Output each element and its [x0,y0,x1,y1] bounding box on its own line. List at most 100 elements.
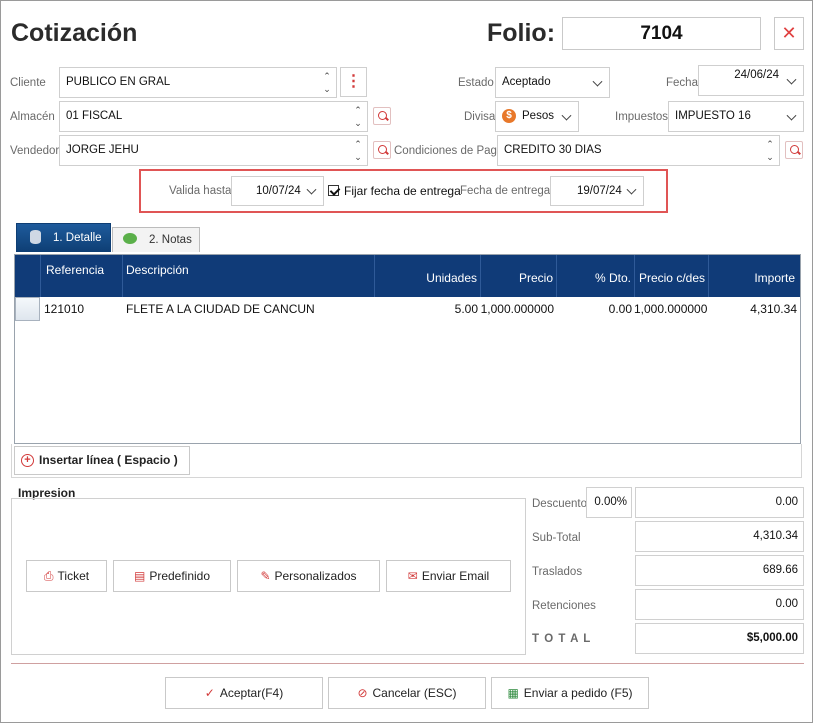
col-importe[interactable]: Importe [708,255,800,297]
divider [11,663,804,664]
search-icon[interactable] [373,141,391,159]
email-icon: ✉ [407,569,418,583]
cell-precio: 1,000.000000 [480,302,554,316]
tab-notas[interactable]: 2. Notas [112,227,200,252]
condiciones-label: Condiciones de Pago [394,145,504,157]
total-value: $5,000.00 [635,623,804,654]
retenciones-label: Retenciones [532,600,596,612]
valida-hasta-field[interactable]: 10/07/24 [231,176,324,206]
accept-label: Aceptar(F4) [219,686,284,700]
folio-label: Folio: [487,19,556,47]
chevron-down-icon [626,184,637,195]
document-icon: ▤ [133,569,146,583]
cell-referencia: 121010 [44,302,85,316]
traslados-value: 689.66 [635,555,804,586]
cancel-icon: ⊘ [357,686,368,700]
table-row[interactable]: 121010 FLETE A LA CIUDAD DE CANCUN 5.00 … [15,297,800,321]
vendedor-label: Vendedor [10,145,60,157]
plus-circle-icon: + [21,454,34,467]
close-button[interactable]: ✕ [774,17,804,50]
database-icon [30,230,41,244]
personalizados-button[interactable]: ✎ Personalizados [237,560,380,592]
spin-icon[interactable]: ⌃ ⌄ [322,70,332,96]
fijar-checkbox[interactable] [328,185,339,196]
search-icon[interactable] [785,141,803,159]
tab-label: 1. Detalle [53,232,102,244]
almacen-value: 01 FISCAL [66,110,123,122]
descuento-value: 0.00 [635,487,804,518]
quote-window: Cotización Folio: 7104 ✕ Cliente PUBLICO… [0,0,813,723]
descuento-pct-field[interactable]: 0.00% [586,487,632,518]
predefinido-label: Predefinido [149,569,211,583]
fecha-field[interactable]: 24/06/24 [698,65,804,96]
cliente-value: PUBLICO EN GRAL [66,76,171,88]
valida-hasta-value: 10/07/24 [256,185,301,197]
tab-detalle[interactable]: 1. Detalle [16,223,111,252]
fecha-entrega-label: Fecha de entrega [460,185,551,197]
cliente-menu-button[interactable]: ⋮ [340,67,367,97]
tab-label: 2. Notas [149,234,192,246]
chevron-down-icon [592,76,603,87]
cliente-field[interactable]: PUBLICO EN GRAL ⌃ ⌄ [59,67,337,98]
insert-line-label: Insertar línea ( Espacio ) [39,453,178,467]
total-label: T O T A L [532,633,592,645]
predefinido-button[interactable]: ▤ Predefinido [113,560,231,592]
col-descripcion[interactable]: Descripción [122,255,374,297]
subtotal-value: 4,310.34 [635,521,804,552]
ticket-button[interactable]: ⎙ Ticket [26,560,107,592]
grid-header: Referencia Descripción Unidades Precio %… [15,255,800,297]
search-icon[interactable] [373,107,391,125]
enviar-email-label: Enviar Email [421,569,490,583]
spin-icon[interactable]: ⌃ ⌄ [765,138,775,164]
detail-grid: Referencia Descripción Unidades Precio %… [14,254,801,444]
insert-line-button[interactable]: + Insertar línea ( Espacio ) [14,446,190,475]
chevron-down-icon [786,74,797,85]
impuestos-select[interactable]: IMPUESTO 16 [668,101,804,132]
cancel-button[interactable]: ⊘ Cancelar (ESC) [328,677,486,709]
currency-icon: $ [502,109,516,123]
chevron-down-icon [306,184,317,195]
condiciones-value: CREDITO 30 DIAS [504,144,602,156]
subtotal-label: Sub-Total [532,532,581,544]
cell-importe: 4,310.34 [750,302,797,316]
printer-icon: ⎙ [43,569,54,583]
col-referencia[interactable]: Referencia [40,255,122,297]
divisa-label: Divisa [464,111,496,123]
impuestos-label: Impuestos [615,111,669,123]
personalizados-label: Personalizados [274,569,357,583]
fecha-entrega-field[interactable]: 19/07/24 [550,176,644,206]
close-icon: ✕ [781,23,797,43]
fecha-entrega-value: 19/07/24 [577,185,622,197]
fecha-label: Fecha [666,77,698,89]
almacen-field[interactable]: 01 FISCAL ⌃ ⌄ [59,101,368,132]
col-descuento[interactable]: % Dto. [556,255,634,297]
folio-field[interactable]: 7104 [562,17,761,50]
cell-precio-cdes: 1,000.000000 [634,302,708,316]
send-order-button[interactable]: ▦ Enviar a pedido (F5) [491,677,649,709]
cliente-label: Cliente [10,77,46,89]
condiciones-field[interactable]: CREDITO 30 DIAS ⌃ ⌄ [497,135,780,166]
valida-hasta-label: Valida hasta [169,185,232,197]
fijar-label: Fijar fecha de entrega [344,184,461,198]
spreadsheet-icon: ▦ [507,686,519,700]
traslados-label: Traslados [532,566,583,578]
col-precio[interactable]: Precio [480,255,556,297]
col-precio-cdes[interactable]: Precio c/des [634,255,708,297]
impuestos-value: IMPUESTO 16 [675,110,751,122]
spin-icon[interactable]: ⌃ ⌄ [353,138,363,164]
cell-descripcion: FLETE A LA CIUDAD DE CANCUN [126,302,315,316]
send-order-label: Enviar a pedido (F5) [523,686,633,700]
accept-button[interactable]: ✓ Aceptar(F4) [165,677,323,709]
estado-select[interactable]: Aceptado [495,67,610,98]
col-unidades[interactable]: Unidades [374,255,480,297]
cell-unidades: 5.00 [454,302,478,316]
cell-descuento: 0.00 [608,302,632,316]
divisa-select[interactable]: $ Pesos [495,101,579,132]
vendedor-value: JORGE JEHU [66,144,139,156]
estado-label: Estado [458,77,494,89]
vendedor-field[interactable]: JORGE JEHU ⌃ ⌄ [59,135,368,166]
enviar-email-button[interactable]: ✉ Enviar Email [386,560,511,592]
divisa-value: Pesos [522,110,554,122]
page-title: Cotización [11,19,138,47]
spin-icon[interactable]: ⌃ ⌄ [353,104,363,130]
